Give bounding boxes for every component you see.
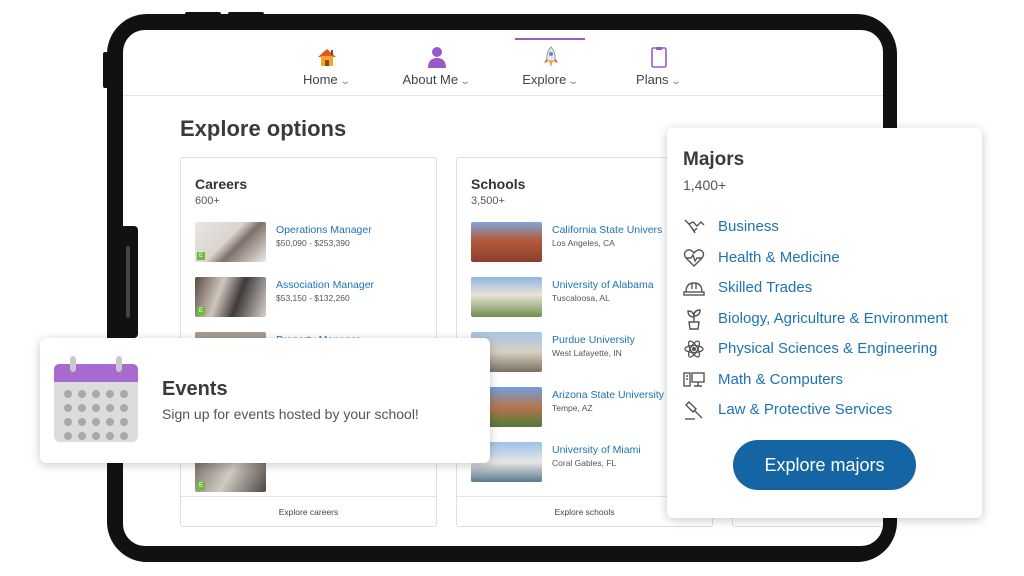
major-label[interactable]: Law & Protective Services [718, 401, 892, 418]
school-location: Tuscaloosa, AL [552, 293, 610, 303]
plant-icon [687, 309, 701, 330]
career-badge: E [197, 252, 205, 260]
events-card[interactable]: Events Sign up for events hosted by your… [40, 338, 490, 463]
school-title[interactable]: California State Univers [552, 224, 662, 236]
schools-count: 3,500+ [471, 195, 505, 207]
events-subtitle: Sign up for events hosted by your school… [162, 406, 419, 422]
tablet-side-slot [118, 226, 138, 338]
major-label[interactable]: Physical Sciences & Engineering [718, 340, 937, 357]
school-title[interactable]: Arizona State University [552, 389, 664, 401]
house-icon [318, 49, 336, 66]
heartbeat-icon [683, 249, 705, 267]
major-math-computers[interactable]: Math & Computers [683, 369, 978, 391]
career-badge: E [197, 482, 205, 490]
computer-icon [683, 372, 705, 387]
major-skilled-trades[interactable]: Skilled Trades [683, 277, 978, 299]
career-row[interactable]: E Association Manager $53,150 - $132,260 [195, 277, 430, 317]
calendar-icon [54, 356, 138, 442]
major-biology[interactable]: Biology, Agriculture & Environment [683, 308, 978, 330]
school-location: Los Angeles, CA [552, 238, 615, 248]
career-title[interactable]: Association Manager [276, 279, 374, 291]
career-salary: $53,150 - $132,260 [276, 293, 350, 303]
gavel-icon [685, 401, 703, 420]
career-row[interactable]: E Operations Manager $50,090 - $253,390 [195, 222, 430, 262]
major-label[interactable]: Skilled Trades [718, 279, 812, 296]
careers-title: Careers [195, 176, 248, 192]
chevron-down-icon: ⌄ [669, 76, 682, 87]
tablet-volume-button [185, 12, 221, 17]
majors-card: Majors 1,400+ Business Health & Medicine [667, 128, 982, 518]
explore-careers-link[interactable]: Explore careers [181, 496, 436, 526]
career-badge: E [197, 307, 205, 315]
major-label[interactable]: Math & Computers [718, 371, 843, 388]
career-title[interactable]: Operations Manager [276, 224, 372, 236]
school-title[interactable]: University of Alabama [552, 279, 654, 291]
career-thumbnail: E [195, 222, 266, 262]
rocket-icon [544, 46, 558, 67]
school-location: Coral Gables, FL [552, 458, 617, 468]
page-title: Explore options [180, 116, 347, 141]
school-title[interactable]: Purdue University [552, 334, 635, 346]
major-law[interactable]: Law & Protective Services [683, 399, 978, 421]
top-nav: Home⌄ About Me⌄ Explore⌄ Plans⌄ [123, 30, 883, 96]
nav-about-me[interactable]: About Me⌄ [391, 30, 481, 96]
nav-home-label: Home [302, 72, 338, 87]
school-location: West Lafayette, IN [552, 348, 622, 358]
nav-plans[interactable]: Plans⌄ [613, 30, 703, 96]
school-thumbnail [471, 222, 542, 262]
majors-title: Majors [683, 149, 745, 170]
tablet-power-button [228, 12, 264, 17]
nav-home[interactable]: Home⌄ [281, 30, 371, 96]
nav-about-me-label: About Me [402, 72, 459, 87]
nav-explore-label: Explore [522, 72, 567, 87]
explore-majors-button[interactable]: Explore majors [733, 440, 916, 490]
schools-title: Schools [471, 176, 526, 192]
stage: Home⌄ About Me⌄ Explore⌄ Plans⌄ Explore … [0, 0, 1024, 576]
handshake-icon [684, 219, 705, 234]
chevron-down-icon: ⌄ [459, 76, 472, 87]
nav-plans-label: Plans [636, 72, 669, 87]
clipboard-icon [651, 47, 667, 68]
majors-count: 1,400+ [683, 177, 727, 193]
careers-count: 600+ [195, 195, 220, 207]
major-health[interactable]: Health & Medicine [683, 247, 978, 269]
events-title: Events [162, 378, 228, 400]
career-thumbnail: E [195, 277, 266, 317]
person-icon [428, 47, 446, 68]
major-business[interactable]: Business [683, 216, 978, 238]
chevron-down-icon: ⌄ [338, 76, 351, 87]
major-label[interactable]: Health & Medicine [718, 249, 840, 266]
major-label[interactable]: Biology, Agriculture & Environment [718, 310, 948, 327]
tablet-side-button [103, 52, 108, 88]
atom-icon [684, 340, 704, 358]
hardhat-icon [683, 282, 705, 296]
school-location: Tempe, AZ [552, 403, 593, 413]
career-salary: $50,090 - $253,390 [276, 238, 350, 248]
major-physical-sciences[interactable]: Physical Sciences & Engineering [683, 338, 978, 360]
school-thumbnail [471, 277, 542, 317]
chevron-down-icon: ⌄ [567, 76, 580, 87]
nav-explore[interactable]: Explore⌄ [505, 30, 595, 96]
major-label[interactable]: Business [718, 218, 779, 235]
school-title[interactable]: University of Miami [552, 444, 641, 456]
